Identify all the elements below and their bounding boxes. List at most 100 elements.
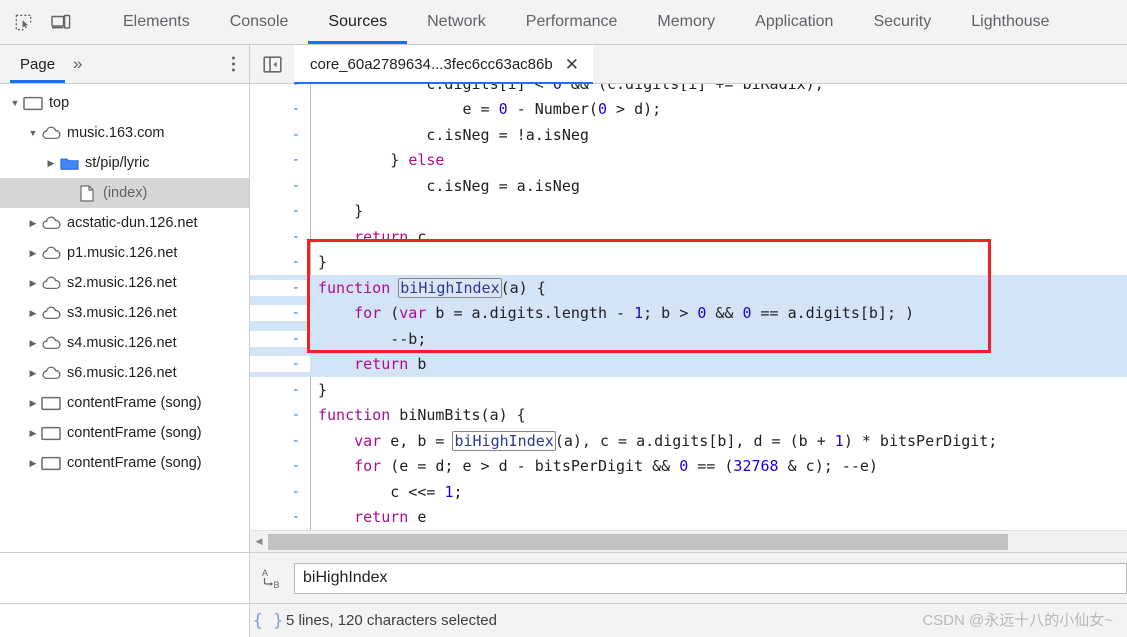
code-line-text: return b (354, 355, 427, 374)
code-line[interactable]: - return e (250, 505, 1127, 531)
chevron-right-icon[interactable]: ▶ (44, 158, 58, 169)
panel-tab-list: Elements Console Sources Network Perform… (103, 0, 1070, 44)
tree-item[interactable]: ▼ music.163.com (0, 118, 249, 148)
line-gutter-mark: - (291, 509, 300, 526)
tab-memory[interactable]: Memory (637, 0, 735, 44)
line-gutter-mark: - (291, 483, 300, 500)
tree-item[interactable]: ▶ p1.music.126.net (0, 238, 249, 268)
file-tree: ▼top▼music.163.com▶st/pip/lyric▶(index)▶… (0, 84, 249, 552)
chevron-right-icon[interactable]: ▶ (26, 278, 40, 289)
tree-item-label: contentFrame (song) (67, 395, 202, 411)
navigator-tab-page-label: Page (20, 55, 56, 73)
tree-item-label: contentFrame (song) (67, 425, 202, 441)
tree-item[interactable]: ▶ s4.music.126.net (0, 328, 249, 358)
code-editor[interactable]: - c.digits[i] < 0 && (c.digits[i] += biR… (250, 84, 1127, 552)
code-keyword: var (354, 431, 382, 450)
tree-item[interactable]: ▶ st/pip/lyric (0, 148, 249, 178)
code-line-text: } (318, 202, 364, 221)
chevron-down-icon[interactable]: ▼ (26, 128, 40, 138)
code-line[interactable]: - c.digits[i] < 0 && (c.digits[i] += biR… (250, 84, 1127, 97)
scroll-left-arrow-icon[interactable]: ◀ (250, 536, 268, 547)
tab-elements[interactable]: Elements (103, 0, 210, 44)
chevron-right-icon[interactable]: ▶ (26, 218, 40, 229)
tab-performance[interactable]: Performance (506, 0, 638, 44)
chevron-double-right-icon[interactable]: » (65, 54, 88, 74)
frame-icon (40, 396, 62, 411)
tree-item[interactable]: ▶ s6.music.126.net (0, 358, 249, 388)
code-line[interactable]: -} (250, 250, 1127, 276)
tab-lighthouse[interactable]: Lighthouse (951, 0, 1069, 44)
code-line[interactable]: - --b; (250, 326, 1127, 352)
navigator-tab-page[interactable]: Page (10, 45, 66, 83)
tree-item[interactable]: ▶ s2.music.126.net (0, 268, 249, 298)
code-line[interactable]: - return b (250, 351, 1127, 377)
code-line[interactable]: - } (250, 199, 1127, 225)
inspect-element-icon[interactable] (10, 9, 36, 35)
tree-item[interactable]: ▶ contentFrame (song) (0, 388, 249, 418)
rename-input[interactable] (294, 562, 1127, 594)
tree-item-label: st/pip/lyric (85, 155, 150, 171)
line-gutter-mark: - (291, 254, 300, 271)
code-line[interactable]: - e = 0 - Number(0 > d); (250, 97, 1127, 123)
code-line[interactable]: -} (250, 377, 1127, 403)
cloud-icon (40, 126, 62, 140)
code-keyword: return (354, 355, 409, 374)
chevron-right-icon[interactable]: ▶ (26, 428, 40, 439)
tab-lighthouse-label: Lighthouse (971, 13, 1050, 30)
code-line-text: function biHighIndex(a) { (318, 277, 546, 298)
line-gutter-mark: - (250, 279, 310, 296)
code-line[interactable]: - c.isNeg = a.isNeg (250, 173, 1127, 199)
code-number: 0 (697, 304, 707, 323)
code-line[interactable]: - for (e = d; e > d - bitsPerDigit && 0 … (250, 454, 1127, 480)
code-line[interactable]: - return c (250, 224, 1127, 250)
code-line[interactable]: - function biNumBits(a) { (250, 403, 1127, 429)
tab-security[interactable]: Security (853, 0, 951, 44)
cloud-icon (40, 366, 62, 380)
code-keyword: for (354, 457, 382, 476)
code-line[interactable]: - c.isNeg = !a.isNeg (250, 122, 1127, 148)
file-tab-label: core_60a2789634...3fec6cc63ac86b (310, 55, 553, 73)
chevron-right-icon[interactable]: ▶ (26, 338, 40, 349)
chevron-right-icon[interactable]: ▶ (26, 458, 40, 469)
code-line[interactable]: - var e, b = biHighIndex(a), c = a.digit… (250, 428, 1127, 454)
tree-item[interactable]: ▼ top (0, 88, 249, 118)
chevron-right-icon[interactable]: ▶ (26, 248, 40, 259)
code-line[interactable]: - } else (250, 148, 1127, 174)
chevron-right-icon[interactable]: ▶ (26, 398, 40, 409)
navigator-more-options-icon[interactable] (232, 56, 235, 72)
code-line-text: } (318, 253, 328, 272)
pretty-print-braces-icon[interactable]: { } (250, 611, 286, 631)
code-line[interactable]: - for (var b = a.digits.length - 1; b > … (250, 300, 1127, 326)
tree-item[interactable]: ▶ contentFrame (song) (0, 418, 249, 448)
tree-item[interactable]: ▶ s3.music.126.net (0, 298, 249, 328)
close-icon[interactable]: ✕ (565, 56, 579, 73)
code-line-text: e = 0 - Number(0 > d); (318, 100, 662, 119)
tab-console[interactable]: Console (210, 0, 309, 44)
code-line-text: for (var b = a.digits.length - 1; b > 0 … (354, 304, 915, 323)
tree-item[interactable]: ▶ acstatic-dun.126.net (0, 208, 249, 238)
tab-sources[interactable]: Sources (308, 0, 407, 44)
cloud-icon (40, 246, 62, 260)
horizontal-scroll-thumb[interactable] (268, 533, 1008, 550)
file-tab-core[interactable]: core_60a2789634...3fec6cc63ac86b ✕ (294, 45, 593, 84)
selection-status-text: 5 lines, 120 characters selected (286, 612, 497, 629)
device-toolbar-icon[interactable] (48, 9, 74, 35)
code-line[interactable]: - c <<= 1; (250, 479, 1127, 505)
code-keyword: return (354, 508, 409, 527)
code-keyword: function (318, 406, 391, 425)
tab-application[interactable]: Application (735, 0, 853, 44)
chevron-right-icon[interactable]: ▶ (26, 308, 40, 319)
code-line-text: } else (318, 151, 445, 170)
chevron-down-icon[interactable]: ▼ (8, 98, 22, 108)
code-line[interactable]: - function biHighIndex(a) { (250, 275, 1127, 301)
tree-item[interactable]: ▶(index) (0, 178, 249, 208)
collapse-navigator-icon[interactable] (250, 45, 294, 83)
tab-network[interactable]: Network (407, 0, 506, 44)
chevron-right-icon[interactable]: ▶ (26, 368, 40, 379)
tree-item[interactable]: ▶ contentFrame (song) (0, 448, 249, 478)
code-number: 0 (742, 304, 752, 323)
folder-icon (58, 156, 80, 171)
tab-network-label: Network (427, 13, 486, 30)
horizontal-scrollbar[interactable]: ◀ (250, 530, 1127, 552)
status-bar: { } 5 lines, 120 characters selected (0, 603, 1127, 637)
